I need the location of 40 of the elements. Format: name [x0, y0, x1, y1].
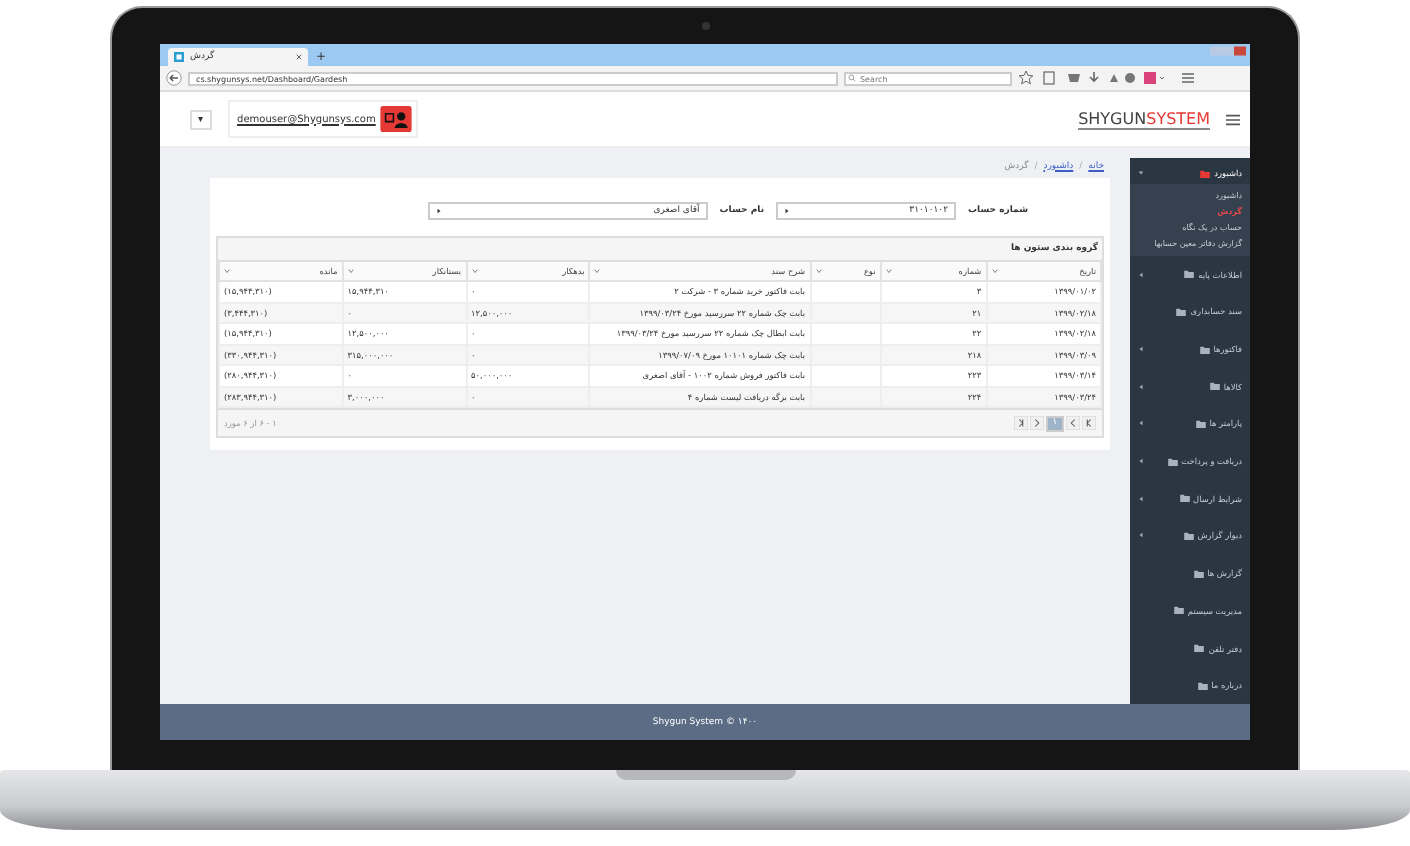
search-icon	[848, 74, 856, 82]
caret-icon	[1138, 495, 1144, 502]
folder-icon	[1193, 569, 1204, 578]
folder-icon	[1194, 644, 1205, 653]
filter-icon[interactable]	[594, 268, 601, 274]
folder-icon	[1183, 531, 1194, 540]
filter-icon[interactable]	[991, 268, 998, 274]
folder-icon	[1173, 606, 1184, 615]
back-icon[interactable]	[166, 70, 182, 86]
caret-icon	[1138, 271, 1144, 278]
folder-icon	[1209, 382, 1220, 391]
filter-icon[interactable]	[347, 268, 354, 274]
window-controls-icon[interactable]	[1210, 46, 1246, 56]
folder-icon	[1167, 457, 1178, 466]
favicon-icon	[174, 52, 184, 62]
caret-icon	[1138, 420, 1144, 427]
folder-icon	[1197, 681, 1208, 690]
caret-icon	[1138, 383, 1144, 390]
close-icon[interactable]	[296, 54, 302, 60]
folder-icon	[1195, 419, 1206, 428]
user-avatar-icon	[379, 106, 412, 132]
filter-icon[interactable]	[471, 268, 478, 274]
folder-icon	[1200, 169, 1211, 178]
last-page-icon[interactable]	[1014, 416, 1028, 430]
folder-icon	[1184, 270, 1195, 279]
folder-icon	[1179, 494, 1190, 503]
first-page-icon[interactable]	[1082, 416, 1096, 430]
caret-icon	[1138, 532, 1144, 539]
menu-icon[interactable]	[1226, 113, 1240, 125]
previous-page-icon[interactable]	[1066, 416, 1080, 430]
filter-icon[interactable]	[885, 268, 892, 274]
caret-icon	[1138, 458, 1144, 465]
logo: SHYGUNSYSTEM	[1078, 109, 1210, 129]
toolbar-icons-drawing[interactable]	[1018, 70, 1198, 86]
next-page-icon[interactable]	[1030, 416, 1044, 430]
filter-icon[interactable]	[815, 268, 821, 274]
folder-icon	[1176, 307, 1187, 316]
filter-icon[interactable]	[224, 268, 230, 274]
folder-icon	[1199, 345, 1210, 354]
caret-icon	[1138, 346, 1144, 353]
